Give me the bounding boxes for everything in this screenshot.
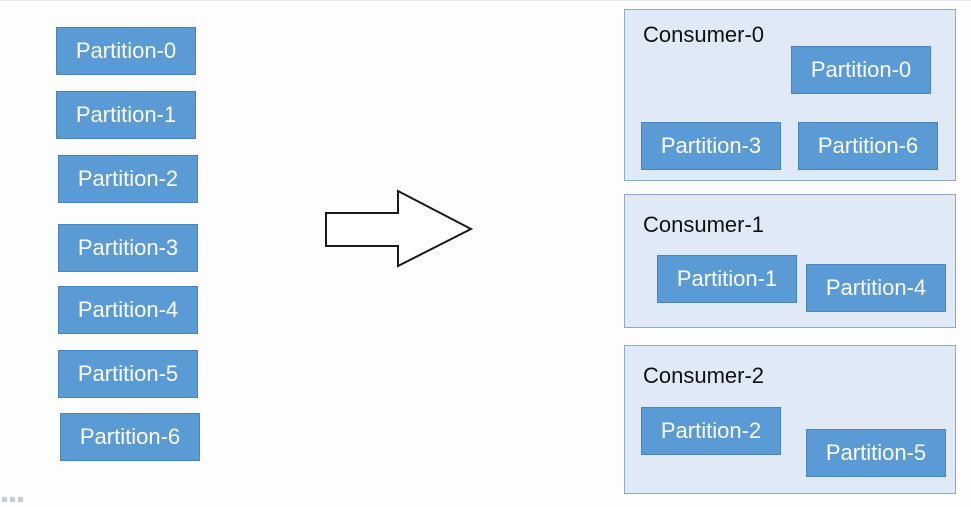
- consumer-box: Consumer-1 Partition-1 Partition-4: [624, 194, 956, 328]
- top-divider: [0, 0, 971, 1]
- consumer-partition: Partition-4: [806, 264, 946, 312]
- consumer-partition: Partition-5: [806, 429, 946, 477]
- source-partition: Partition-1: [56, 91, 196, 139]
- source-partition: Partition-6: [60, 413, 200, 461]
- consumer-partition: Partition-2: [641, 407, 781, 455]
- consumer-partition: Partition-1: [657, 255, 797, 303]
- corner-watermark: [2, 489, 34, 502]
- source-partition: Partition-4: [58, 286, 198, 334]
- consumer-partition: Partition-0: [791, 46, 931, 94]
- source-partition: Partition-0: [56, 27, 196, 75]
- consumer-label: Consumer-0: [643, 22, 765, 47]
- right-arrow-icon: [325, 189, 474, 268]
- consumer-partition: Partition-6: [798, 122, 938, 170]
- consumer-label: Consumer-2: [643, 363, 765, 388]
- consumer-label: Consumer-1: [643, 212, 765, 237]
- source-partition: Partition-3: [58, 224, 198, 272]
- consumer-box: Consumer-0 Partition-0 Partition-3 Parti…: [624, 9, 956, 181]
- consumer-box: Consumer-2 Partition-2 Partition-5: [624, 345, 956, 494]
- source-partition: Partition-5: [58, 350, 198, 398]
- source-partition: Partition-2: [58, 155, 198, 203]
- consumer-partition: Partition-3: [641, 122, 781, 170]
